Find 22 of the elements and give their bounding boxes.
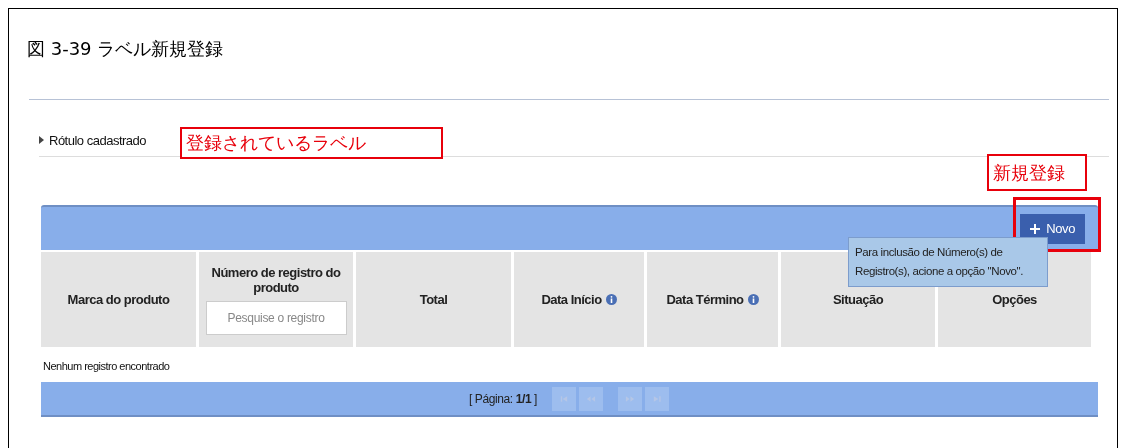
header-label: Data Início: [541, 292, 602, 307]
tooltip: Para inclusão de Número(s) de Registro(s), acione a opção "Novo".: [848, 237, 1048, 287]
new-button[interactable]: Novo: [1020, 213, 1085, 244]
header-label: Data Término: [666, 292, 744, 307]
header-label: Número de registro do produto: [210, 264, 342, 295]
info-icon[interactable]: [605, 294, 617, 305]
expand-arrow-icon[interactable]: [39, 136, 44, 144]
column-header: Marca do produto: [41, 252, 199, 347]
column-header: Total: [356, 252, 514, 347]
page-indicator: [ Página: 1/1 ]: [469, 391, 538, 406]
figure-caption: 図 3-39 ラベル新規登録: [27, 37, 224, 61]
search-field[interactable]: Pesquise o registro: [205, 300, 347, 335]
prev-page-icon: [586, 393, 597, 404]
empty-message: Nenhum registro encontrado: [43, 360, 170, 372]
next-page-icon: [625, 393, 636, 404]
first-page-icon: [559, 393, 570, 404]
section-title: Rótulo cadastrado: [49, 132, 146, 148]
info-icon[interactable]: [747, 294, 759, 305]
last-page-icon: [652, 393, 663, 404]
annotation-label: 新規登録: [987, 154, 1087, 191]
annotation-label: 登録されているラベル: [180, 127, 443, 159]
plus-icon: [1030, 223, 1041, 234]
